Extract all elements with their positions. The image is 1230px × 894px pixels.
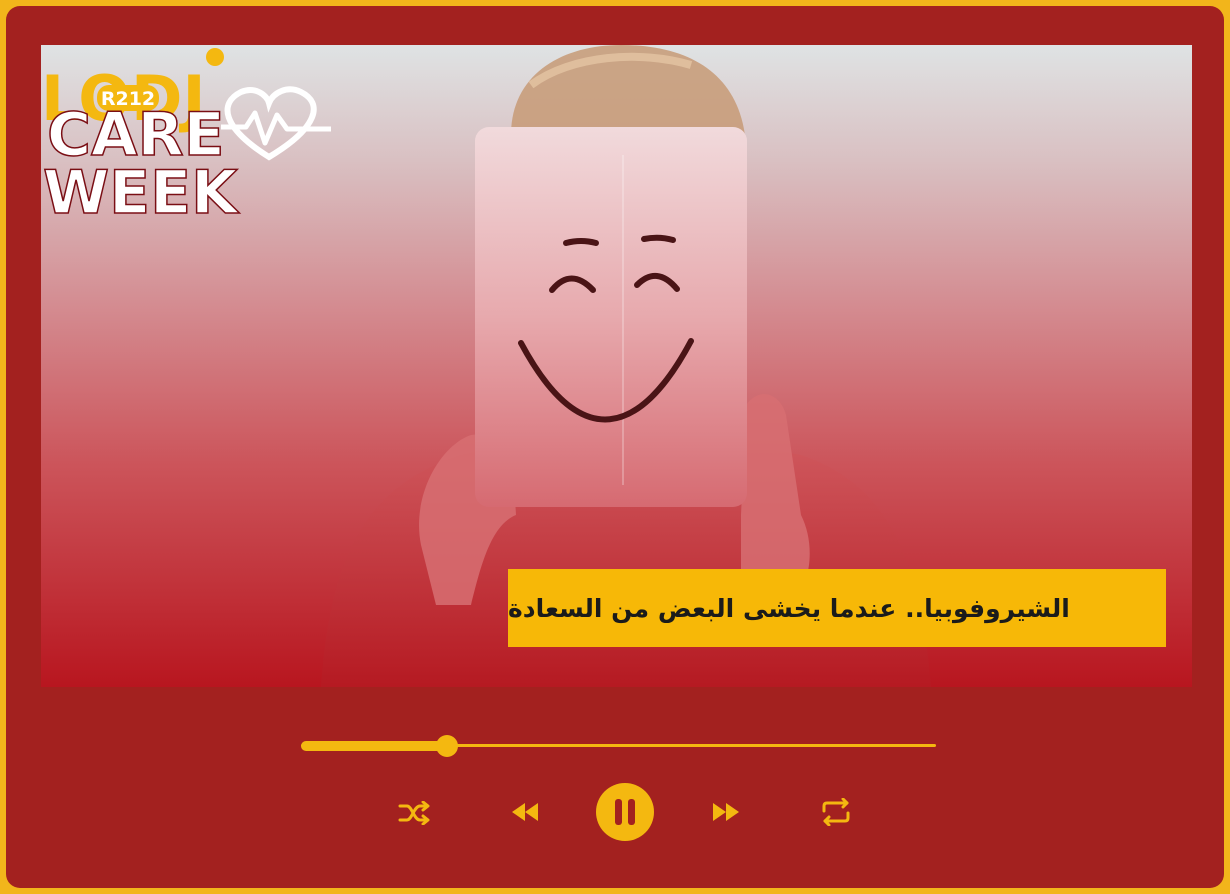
fast-forward-icon	[713, 803, 739, 821]
pause-icon	[615, 799, 635, 825]
heart-icon	[224, 86, 317, 161]
episode-headline: الشيروفوبيا.. عندما يخشى البعض من السعاد…	[508, 569, 1166, 647]
pause-button[interactable]	[596, 783, 654, 841]
audio-player: LODJ R212 CARE WEEK الشيروفوبيا.. عندما …	[6, 6, 1224, 888]
rewind-button[interactable]	[511, 802, 539, 822]
repeat-icon	[822, 798, 850, 826]
progress-slider[interactable]	[301, 735, 936, 757]
shuffle-icon	[398, 801, 430, 825]
shuffle-button[interactable]	[398, 801, 432, 825]
progress-thumb[interactable]	[436, 735, 459, 757]
episode-cover-art: LODJ R212 CARE WEEK الشيروفوبيا.. عندما …	[41, 45, 1192, 687]
show-title-line2: WEEK	[43, 158, 240, 225]
rewind-icon	[512, 803, 538, 821]
care-week-badge: CARE WEEK	[42, 86, 331, 225]
progress-fill	[301, 741, 448, 751]
fast-forward-button[interactable]	[712, 802, 740, 822]
repeat-button[interactable]	[820, 798, 852, 826]
